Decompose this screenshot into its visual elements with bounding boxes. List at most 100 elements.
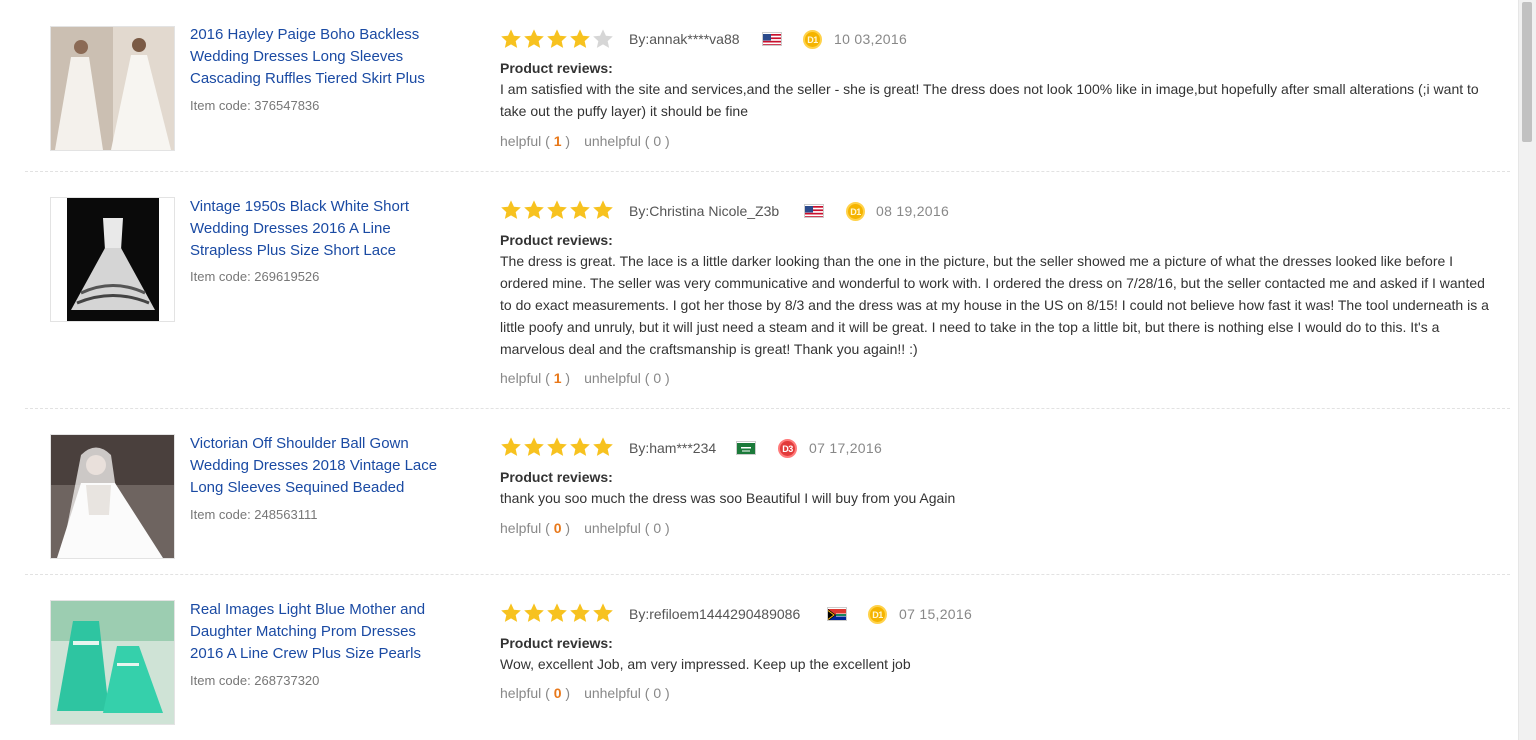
review-text: thank you soo much the dress was soo Bea…	[500, 490, 956, 506]
unhelpful-button[interactable]: unhelpful ( 0 )	[584, 520, 670, 536]
product-title-link[interactable]: 2016 Hayley Paige Boho Backless Wedding …	[190, 24, 450, 90]
product-reviews-label: Product reviews:	[500, 469, 613, 485]
helpful-votes: helpful ( 0 ) unhelpful ( 0 )	[500, 685, 670, 701]
helpful-label: helpful	[500, 370, 542, 386]
unhelpful-count: 0	[653, 685, 662, 701]
paren: (	[545, 685, 554, 701]
star-filled-icon	[570, 29, 590, 48]
paren: )	[661, 520, 670, 536]
star-filled-icon	[593, 200, 613, 219]
product-title-link[interactable]: Real Images Light Blue Mother and Daught…	[190, 599, 450, 665]
paren: )	[561, 370, 571, 386]
review-date: 07 15,2016	[899, 606, 973, 622]
unhelpful-label: unhelpful	[584, 133, 641, 149]
helpful-count: 1	[553, 370, 562, 386]
paren: (	[545, 520, 554, 536]
product-thumbnail[interactable]	[50, 600, 175, 725]
product-title-link[interactable]: Victorian Off Shoulder Ball Gown Wedding…	[190, 433, 450, 499]
helpful-votes: helpful ( 1 ) unhelpful ( 0 )	[500, 133, 670, 149]
star-filled-icon	[524, 200, 544, 219]
review-divider	[25, 171, 1510, 172]
review-date: 07 17,2016	[809, 440, 883, 456]
paren: )	[561, 685, 571, 701]
star-filled-icon	[547, 200, 567, 219]
review-text: I am satisfied with the site and service…	[500, 81, 1479, 119]
member-level-badge: D1	[846, 202, 865, 221]
review-date: 08 19,2016	[876, 203, 950, 219]
member-level-badge: D1	[803, 30, 822, 49]
star-filled-icon	[524, 29, 544, 48]
paren: )	[661, 133, 670, 149]
helpful-count: 0	[553, 520, 562, 536]
helpful-votes: helpful ( 1 ) unhelpful ( 0 )	[500, 370, 670, 386]
star-filled-icon	[570, 603, 590, 622]
rating-stars	[500, 436, 614, 458]
paren: )	[561, 133, 571, 149]
item-code: Item code: 269619526	[190, 269, 320, 284]
star-filled-icon	[501, 437, 521, 456]
helpful-button[interactable]: helpful ( 0 )	[500, 685, 570, 701]
helpful-button[interactable]: helpful ( 0 )	[500, 520, 570, 536]
paren: )	[661, 685, 670, 701]
helpful-count: 1	[553, 133, 562, 149]
unhelpful-label: unhelpful	[584, 520, 641, 536]
review-text: Wow, excellent Job, am very impressed. K…	[500, 656, 911, 672]
unhelpful-label: unhelpful	[584, 685, 641, 701]
review-divider	[25, 408, 1510, 409]
reviewer-name: By:Christina Nicole_Z3b	[629, 203, 780, 219]
unhelpful-button[interactable]: unhelpful ( 0 )	[584, 370, 670, 386]
member-level-badge: D1	[868, 605, 887, 624]
rating-stars	[500, 199, 614, 221]
product-reviews-label: Product reviews:	[500, 232, 613, 248]
reviewer-name: By:ham***234	[629, 440, 717, 456]
unhelpful-count: 0	[653, 370, 662, 386]
unhelpful-count: 0	[653, 133, 662, 149]
item-code: Item code: 248563111	[190, 507, 318, 522]
helpful-button[interactable]: helpful ( 1 )	[500, 133, 570, 149]
scrollbar-thumb[interactable]	[1522, 2, 1532, 142]
item-code: Item code: 268737320	[190, 673, 320, 688]
helpful-button[interactable]: helpful ( 1 )	[500, 370, 570, 386]
paren: (	[545, 370, 554, 386]
vertical-scrollbar[interactable]	[1518, 0, 1536, 740]
star-filled-icon	[501, 29, 521, 48]
product-thumbnail[interactable]	[50, 197, 175, 322]
review-text: The dress is great. The lace is a little…	[500, 253, 1489, 357]
unhelpful-button[interactable]: unhelpful ( 0 )	[584, 133, 670, 149]
star-filled-icon	[524, 437, 544, 456]
helpful-label: helpful	[500, 520, 542, 536]
product-title-link[interactable]: Vintage 1950s Black White Short Wedding …	[190, 196, 450, 262]
star-filled-icon	[501, 200, 521, 219]
review-date: 10 03,2016	[834, 31, 908, 47]
helpful-votes: helpful ( 0 ) unhelpful ( 0 )	[500, 520, 670, 536]
star-filled-icon	[501, 603, 521, 622]
star-filled-icon	[547, 437, 567, 456]
helpful-count: 0	[553, 685, 562, 701]
paren: )	[661, 370, 670, 386]
product-thumbnail[interactable]	[50, 434, 175, 559]
review-divider	[25, 574, 1510, 575]
rating-stars	[500, 602, 614, 624]
helpful-label: helpful	[500, 133, 542, 149]
unhelpful-count: 0	[653, 520, 662, 536]
star-empty-icon	[593, 29, 613, 48]
star-filled-icon	[570, 437, 590, 456]
product-thumbnail[interactable]	[50, 26, 175, 151]
member-level-badge: D3	[778, 439, 797, 458]
star-filled-icon	[547, 603, 567, 622]
us-flag-icon	[762, 32, 782, 46]
south-africa-flag-icon	[827, 607, 847, 621]
paren: )	[561, 520, 571, 536]
helpful-label: helpful	[500, 685, 542, 701]
star-filled-icon	[570, 200, 590, 219]
unhelpful-label: unhelpful	[584, 370, 641, 386]
star-filled-icon	[524, 603, 544, 622]
item-code: Item code: 376547836	[190, 98, 320, 113]
reviewer-name: By:annak****va88	[629, 31, 740, 47]
us-flag-icon	[804, 204, 824, 218]
reviewer-name: By:refiloem1444290489086	[629, 606, 801, 622]
star-filled-icon	[547, 29, 567, 48]
product-reviews-label: Product reviews:	[500, 60, 613, 76]
unhelpful-button[interactable]: unhelpful ( 0 )	[584, 685, 670, 701]
product-reviews-label: Product reviews:	[500, 635, 613, 651]
